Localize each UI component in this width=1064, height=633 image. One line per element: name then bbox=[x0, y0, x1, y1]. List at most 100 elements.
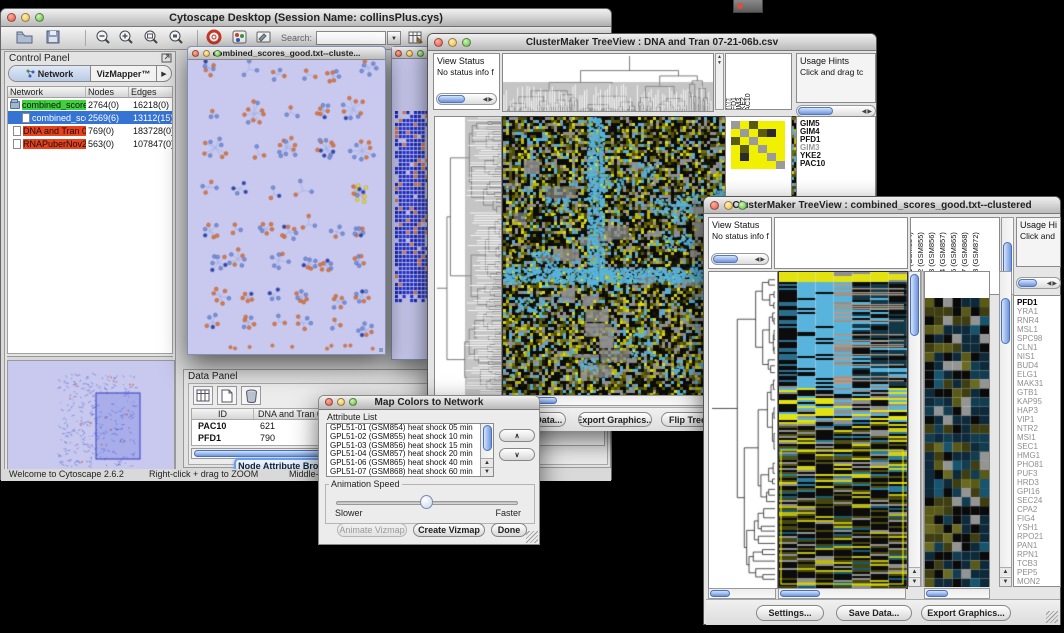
col-header-edges[interactable]: Edges bbox=[129, 87, 172, 97]
close-icon[interactable] bbox=[737, 3, 743, 9]
tv2-save-data-button[interactable]: Save Data... bbox=[836, 605, 912, 621]
gene-label[interactable]: HMG1 bbox=[1014, 451, 1060, 460]
gene-label[interactable]: MSL1 bbox=[1014, 325, 1060, 334]
resize-grip[interactable] bbox=[379, 348, 383, 352]
gene-label[interactable]: PAN1 bbox=[1014, 541, 1060, 550]
gene-label[interactable]: HRD3 bbox=[1014, 478, 1060, 487]
scroll-thumb[interactable] bbox=[710, 590, 730, 597]
scroll-thumb[interactable] bbox=[713, 255, 738, 263]
minimize-icon[interactable] bbox=[21, 13, 30, 22]
zoom-window-icon[interactable] bbox=[738, 201, 747, 210]
new-attribute-icon[interactable] bbox=[217, 386, 237, 405]
tv2-zoom-vscrollbar[interactable]: ▲ ▼ bbox=[999, 271, 1012, 587]
minimize-icon[interactable] bbox=[337, 398, 345, 406]
scroll-thumb[interactable] bbox=[910, 274, 919, 336]
tv2-gene-labels-panel[interactable]: PFD1YRA1RNR4MSL1SPC98CLN1NIS1BUD4ELG1MAK… bbox=[1013, 295, 1061, 587]
tv2-zoom-heatmap-canvas[interactable] bbox=[925, 298, 989, 587]
attribute-list-item[interactable]: GPL51-04 (GSM857) heat shock 20 min bbox=[327, 450, 493, 459]
attribute-listbox[interactable]: GPL51-01 (GSM854) heat shock 05 minGPL51… bbox=[326, 423, 494, 477]
search-input[interactable] bbox=[316, 31, 386, 45]
minimize-icon[interactable] bbox=[203, 50, 210, 57]
scroll-arrows-icon[interactable]: ◀▶ bbox=[755, 256, 768, 263]
attribute-list-item[interactable]: GPL51-06 (GSM865) heat shock 40 min bbox=[327, 459, 493, 468]
zoom-window-icon[interactable] bbox=[214, 50, 221, 57]
network1-titlebar[interactable]: combined_scores_good.txt--cluste... bbox=[188, 47, 385, 60]
select-attributes-icon[interactable] bbox=[193, 386, 213, 405]
minimize-icon[interactable] bbox=[406, 50, 413, 57]
tv2-row-dendrogram-canvas[interactable] bbox=[708, 271, 778, 589]
gene-label[interactable]: SEC24 bbox=[1014, 496, 1060, 505]
gene-label[interactable]: RPO21 bbox=[1014, 532, 1060, 541]
scroll-arrows-icon[interactable]: ◀▶ bbox=[1047, 280, 1060, 287]
gene-label[interactable]: GPI16 bbox=[1014, 487, 1060, 496]
tv1-export-graphics-button[interactable]: Export Graphics... bbox=[578, 412, 652, 427]
gene-label[interactable]: NTR2 bbox=[1014, 424, 1060, 433]
close-icon[interactable] bbox=[7, 13, 16, 22]
close-icon[interactable] bbox=[710, 201, 719, 210]
gene-label[interactable]: KAP95 bbox=[1014, 397, 1060, 406]
data-col-id[interactable]: ID bbox=[192, 409, 254, 419]
gene-label[interactable]: YRA1 bbox=[1014, 307, 1060, 316]
close-icon[interactable] bbox=[192, 50, 199, 57]
scroll-thumb[interactable] bbox=[438, 95, 465, 103]
gene-label[interactable]: SPC98 bbox=[1014, 334, 1060, 343]
gene-label[interactable]: TCB3 bbox=[1014, 559, 1060, 568]
tab-network[interactable]: Network bbox=[9, 66, 91, 81]
minimize-icon[interactable] bbox=[724, 201, 733, 210]
zoom-window-icon[interactable] bbox=[417, 50, 424, 57]
dialog-titlebar[interactable]: Map Colors to Network bbox=[319, 396, 539, 410]
scroll-up-icon[interactable]: ▲ bbox=[909, 567, 920, 576]
network2-titlebar[interactable] bbox=[392, 47, 430, 59]
scroll-arrows-icon[interactable]: ◀▶ bbox=[862, 108, 875, 115]
tv1-row-dendrogram-canvas[interactable] bbox=[434, 116, 502, 396]
scroll-thumb[interactable] bbox=[483, 425, 492, 451]
minimize-icon[interactable] bbox=[448, 38, 457, 47]
gene-label[interactable]: MAK31 bbox=[1014, 379, 1060, 388]
gene-label[interactable]: GTB1 bbox=[1014, 388, 1060, 397]
listbox-vscrollbar[interactable]: ▲ ▼ bbox=[480, 424, 493, 476]
zoom-selected-icon[interactable] bbox=[167, 29, 185, 46]
open-file-button[interactable] bbox=[15, 29, 34, 45]
scroll-down-icon[interactable]: ▼ bbox=[1000, 577, 1011, 586]
close-icon[interactable] bbox=[325, 398, 333, 406]
tv2-settings-button[interactable]: Settings... bbox=[756, 605, 824, 621]
tv1-column-dendrogram-canvas[interactable] bbox=[502, 53, 714, 112]
tv2-global-vscrollbar[interactable]: ▲ ▼ bbox=[908, 271, 921, 587]
close-icon[interactable] bbox=[434, 38, 443, 47]
main-titlebar[interactable]: Cytoscape Desktop (Session Name: collins… bbox=[1, 9, 611, 27]
birdseye-overview-canvas[interactable] bbox=[7, 360, 175, 474]
scroll-down-icon[interactable]: ▼ bbox=[481, 467, 493, 476]
zoom-window-icon[interactable] bbox=[349, 398, 357, 406]
tv1-label-scroll-strip[interactable]: ▲▼ bbox=[715, 53, 724, 110]
scroll-thumb[interactable] bbox=[780, 590, 820, 597]
gene-label[interactable]: RPN1 bbox=[1014, 550, 1060, 559]
attribute-table-icon[interactable] bbox=[407, 29, 425, 46]
gene-label[interactable]: CLN1 bbox=[1014, 343, 1060, 352]
resize-grip[interactable] bbox=[526, 531, 538, 543]
gene-label[interactable]: PUF3 bbox=[1014, 469, 1060, 478]
scroll-down-icon[interactable]: ▼ bbox=[909, 577, 920, 586]
network-tree-row[interactable]: combined_scores_2764(0)16218(0) bbox=[8, 98, 172, 111]
scroll-thumb[interactable] bbox=[1018, 279, 1037, 287]
tv2-zoom-hscrollbar[interactable] bbox=[924, 588, 990, 599]
tv2-global-heatmap-canvas[interactable] bbox=[778, 271, 908, 589]
attribute-list-item[interactable]: GPL51-02 (GSM855) heat shock 10 min bbox=[327, 433, 493, 442]
treeview1-titlebar[interactable]: ClusterMaker TreeView : DNA and Tran 07-… bbox=[428, 34, 876, 51]
resize-grip[interactable] bbox=[1046, 611, 1058, 623]
tv2-hints-scrollbar[interactable]: ◀▶ bbox=[1016, 277, 1061, 289]
tv1-column-labels-panel[interactable]: GIM5GIM4PFD1GIM3YKE2PAC10 bbox=[725, 53, 792, 110]
zoom-window-icon[interactable] bbox=[35, 13, 44, 22]
gene-label[interactable]: RNR4 bbox=[1014, 316, 1060, 325]
attribute-list-item[interactable]: GPL51-01 (GSM854) heat shock 05 min bbox=[327, 424, 493, 433]
tv2-export-graphics-button[interactable]: Export Graphics... bbox=[921, 605, 1011, 621]
gene-label[interactable]: YSH1 bbox=[1014, 523, 1060, 532]
node-palette-icon[interactable] bbox=[231, 29, 249, 46]
attribute-list-item[interactable]: GPL51-03 (GSM856) heat shock 15 min bbox=[327, 442, 493, 451]
network1-view-canvas[interactable] bbox=[188, 60, 385, 354]
network2-grid-canvas[interactable] bbox=[395, 111, 429, 303]
gene-label[interactable]: BUD4 bbox=[1014, 361, 1060, 370]
annotation-icon[interactable] bbox=[255, 29, 273, 46]
tv2-dendro-hscrollbar[interactable] bbox=[708, 588, 776, 599]
scroll-arrows-icon[interactable]: ◀▶ bbox=[483, 96, 496, 103]
tv2-heatmap-hscrollbar[interactable] bbox=[778, 588, 906, 599]
